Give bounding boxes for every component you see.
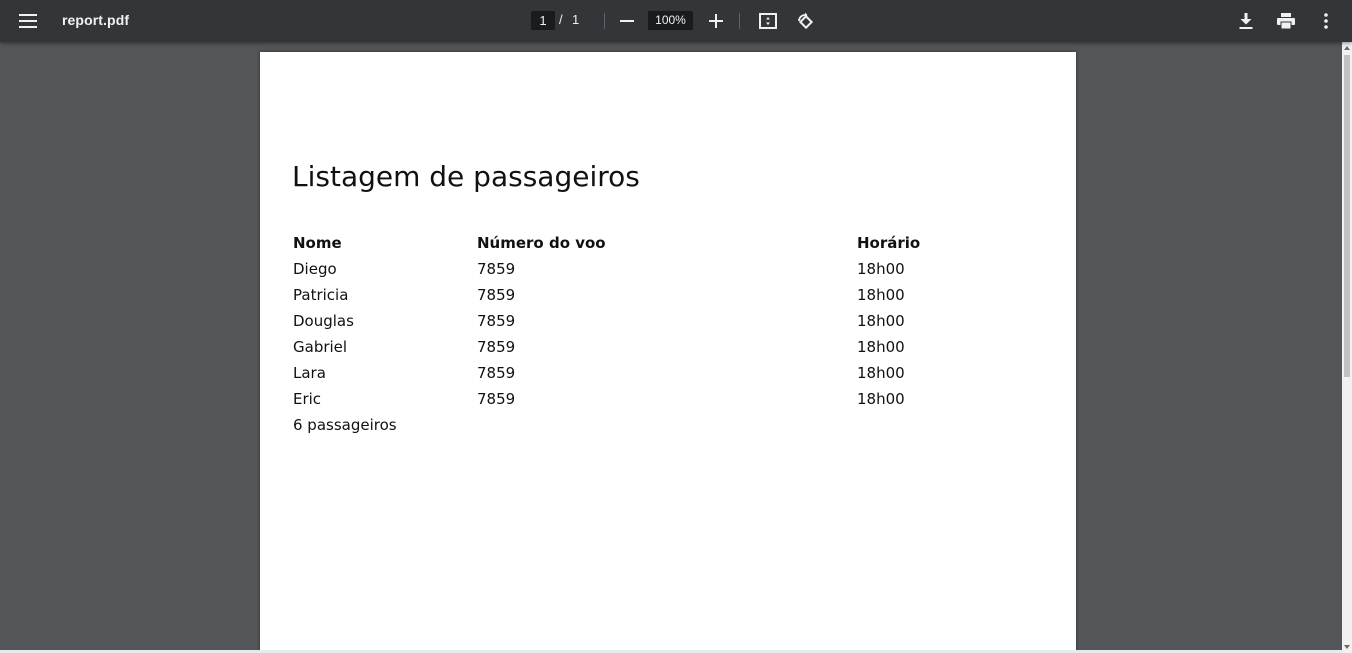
column-header-time: Horário	[857, 234, 921, 252]
scroll-down-arrow-icon[interactable]	[1344, 645, 1350, 649]
passenger-name: Douglas	[293, 312, 354, 330]
passenger-count: 6 passageiros	[293, 416, 397, 434]
rotate-icon	[798, 12, 814, 30]
more-options-button[interactable]	[1314, 9, 1338, 33]
toolbar-divider	[604, 13, 605, 29]
rotate-button[interactable]	[793, 9, 817, 33]
zoom-in-button[interactable]	[704, 9, 728, 33]
plus-icon	[709, 14, 723, 28]
departure-time: 18h00	[857, 260, 905, 278]
print-button[interactable]	[1274, 9, 1298, 33]
flight-number: 7859	[477, 390, 516, 408]
flight-number: 7859	[477, 364, 516, 382]
departure-time: 18h00	[857, 390, 905, 408]
page-number-input[interactable]: 1	[531, 11, 555, 30]
page-total: 1	[572, 12, 580, 27]
page-heading: Listagem de passageiros	[292, 160, 640, 193]
download-button[interactable]	[1234, 9, 1258, 33]
vertical-scrollbar[interactable]	[1342, 42, 1352, 653]
zoom-out-button[interactable]	[615, 9, 639, 33]
page-separator: /	[559, 12, 563, 27]
zoom-level-input[interactable]: 100%	[648, 11, 693, 30]
menu-button[interactable]	[12, 7, 44, 35]
departure-time: 18h00	[857, 312, 905, 330]
flight-number: 7859	[477, 338, 516, 356]
passenger-name: Eric	[293, 390, 322, 408]
pdf-page: Listagem de passageiros Nome Número do v…	[260, 52, 1076, 653]
document-title: report.pdf	[62, 12, 130, 28]
departure-time: 18h00	[857, 338, 905, 356]
departure-time: 18h00	[857, 364, 905, 382]
departure-time: 18h00	[857, 286, 905, 304]
passenger-name: Patricia	[293, 286, 349, 304]
flight-number: 7859	[477, 312, 516, 330]
column-header-name: Nome	[293, 234, 342, 252]
more-vertical-icon	[1324, 13, 1328, 29]
flight-number: 7859	[477, 286, 516, 304]
flight-number: 7859	[477, 260, 516, 278]
download-icon	[1239, 13, 1253, 29]
passenger-name: Lara	[293, 364, 326, 382]
pdf-toolbar: report.pdf 1 / 1 100%	[0, 0, 1352, 42]
minus-icon	[620, 20, 634, 22]
column-header-flight: Número do voo	[477, 234, 606, 252]
passenger-name: Gabriel	[293, 338, 348, 356]
hamburger-menu-icon	[19, 14, 37, 28]
fit-to-page-icon	[759, 13, 777, 29]
passenger-name: Diego	[293, 260, 337, 278]
pdf-viewer[interactable]: Listagem de passageiros Nome Número do v…	[0, 42, 1342, 653]
fit-to-page-button[interactable]	[756, 9, 780, 33]
scrollbar-thumb[interactable]	[1344, 55, 1350, 377]
print-icon	[1277, 13, 1295, 29]
toolbar-divider	[739, 13, 740, 29]
scroll-up-arrow-icon[interactable]	[1344, 46, 1350, 50]
